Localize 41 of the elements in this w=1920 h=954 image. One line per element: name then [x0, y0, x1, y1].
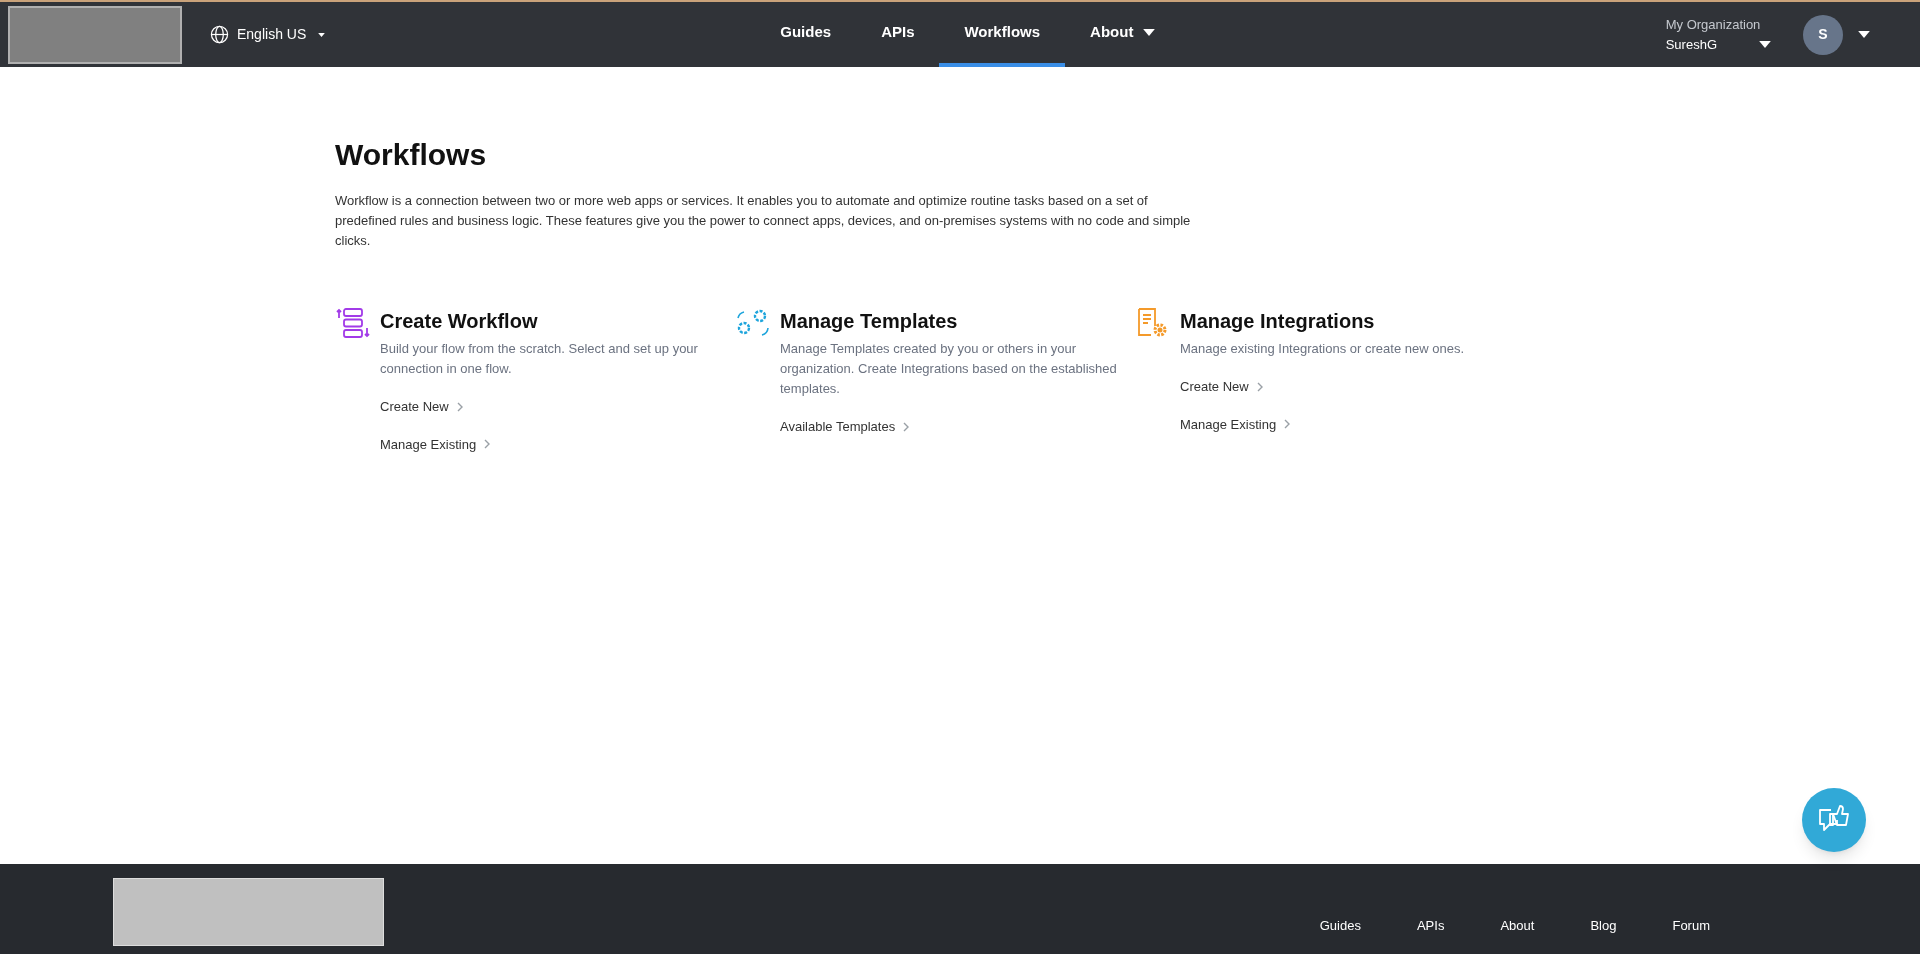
card-description: Manage Templates created by you or others in your organization. Create Integrations based on the established templates.: [780, 340, 1118, 398]
chevron-right-icon: [484, 439, 491, 450]
footer-link[interactable]: Forum: [1672, 916, 1710, 936]
globe-icon: [210, 25, 229, 44]
card-description: Manage existing Integrations or create new ones.: [1180, 340, 1465, 358]
organization-label: My Organization: [1665, 16, 1761, 34]
footer-link[interactable]: Blog: [1590, 916, 1617, 936]
feedback-button[interactable]: [1802, 788, 1866, 852]
footer-link[interactable]: About: [1500, 916, 1535, 936]
caret-icon: [1759, 40, 1771, 48]
organization-selector[interactable]: My Organization SureshG: [1665, 15, 1771, 54]
action-link[interactable]: Available Templates: [780, 417, 910, 437]
nav-tab[interactable]: Guides: [755, 2, 857, 67]
action-link[interactable]: Create New: [1180, 377, 1263, 397]
caret-icon: [1858, 31, 1870, 38]
nav-tab[interactable]: About: [1065, 2, 1181, 67]
card-title: Create Workflow: [380, 309, 538, 334]
action-link[interactable]: Manage Existing: [1180, 414, 1291, 434]
caret-icon: [1143, 29, 1156, 36]
action-link[interactable]: Manage Existing: [380, 434, 491, 454]
card-title: Manage Integrations: [1180, 309, 1375, 334]
card-title: Manage Templates: [780, 309, 958, 334]
card-description: Build your flow from the scratch. Select and set up your connection in one flow.: [380, 340, 699, 378]
chevron-right-icon: [456, 401, 463, 412]
page-title: Workflows: [335, 137, 488, 173]
stacked-list-icon: [335, 308, 371, 338]
nav-tab[interactable]: Workflows: [939, 2, 1066, 67]
footer-link[interactable]: Guides: [1319, 916, 1361, 936]
caret-icon: [318, 32, 326, 37]
user-avatar[interactable]: S: [1803, 14, 1843, 55]
organization-name: SureshG: [1665, 35, 1717, 54]
chevron-right-icon: [1284, 419, 1291, 430]
gears-icon: [735, 308, 771, 338]
chevron-right-icon: [1256, 381, 1263, 392]
page-description: Workflow is a connection between two or more web apps or services. It enables you to automate and optimize routine tasks based on a set of predefined rules and business logic. These features give you the power to connect apps, devices, and on-premises systems with no code and simple clicks.: [335, 192, 1192, 250]
action-link[interactable]: Create New: [380, 397, 463, 417]
footer-link[interactable]: APIs: [1416, 916, 1445, 936]
nav-tab[interactable]: APIs: [856, 2, 940, 67]
chevron-right-icon: [903, 421, 910, 432]
language-selector[interactable]: English US: [210, 24, 326, 45]
logo-placeholder[interactable]: [8, 5, 182, 64]
